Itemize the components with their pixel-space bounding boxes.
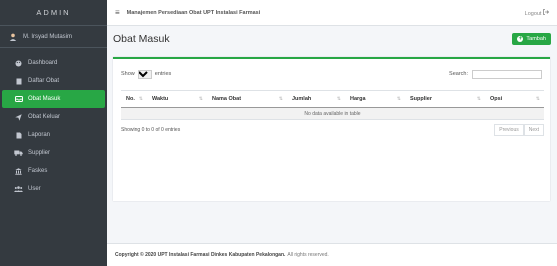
file-icon: [14, 132, 23, 139]
content-header: Obat Masuk + Tambah: [107, 26, 557, 52]
column-header-waktu[interactable]: Waktu ⇅: [147, 90, 207, 108]
logout-link[interactable]: Logout: [524, 8, 550, 17]
user-panel[interactable]: M. Irsyad Mutasim: [0, 26, 107, 48]
datatable-controls: Show 10 entries Search:: [113, 59, 550, 81]
sidebar-item-laporan[interactable]: Laporan: [2, 126, 105, 144]
sidebar-item-label: User: [28, 186, 41, 192]
column-label: Opsi: [490, 96, 503, 102]
search-input[interactable]: [472, 69, 542, 79]
sort-icon: ⇅: [198, 96, 203, 102]
users-icon: [14, 186, 23, 192]
user-name: M. Irsyad Mutasim: [23, 33, 73, 40]
add-button[interactable]: + Tambah: [512, 33, 551, 45]
column-label: Jumlah: [292, 96, 312, 102]
sidebar-item-label: Obat Keluar: [28, 114, 61, 120]
sidebar-item-supplier[interactable]: Supplier: [2, 144, 105, 162]
sidebar-item-label: Faskes: [28, 168, 48, 174]
add-button-label: Tambah: [526, 36, 546, 42]
column-label: Waktu: [152, 96, 169, 102]
sort-icon: ⇅: [278, 96, 283, 102]
sidebar-item-obat-keluar[interactable]: Obat Keluar: [2, 108, 105, 126]
column-label: Supplier: [410, 96, 433, 102]
sidebar-item-user[interactable]: User: [2, 180, 105, 198]
search-group: Search:: [449, 69, 542, 79]
sidebar: ADMIN M. Irsyad Mutasim Dashboard Daftar…: [0, 0, 107, 266]
brand-title[interactable]: ADMIN: [0, 0, 107, 26]
sidebar-item-label: Obat Masuk: [28, 96, 61, 102]
sign-out-icon: [543, 8, 550, 17]
column-label: Nama Obat: [212, 96, 242, 102]
app-title: Manajemen Persediaan Obat UPT Instalasi …: [126, 9, 261, 16]
column-header-jumlah[interactable]: Jumlah ⇅: [287, 90, 345, 108]
search-label: Search:: [449, 71, 468, 77]
sort-icon: ⇅: [336, 96, 341, 102]
entries-label: entries: [154, 71, 172, 77]
table-row: No data available in table: [121, 107, 544, 120]
sidebar-item-label: Laporan: [28, 132, 51, 138]
previous-button[interactable]: Previous: [494, 124, 524, 136]
column-header-harga[interactable]: Harga ⇅: [345, 90, 405, 108]
table-header-row: No. ⇅ Waktu ⇅ Nama Obat ⇅ Jumlah ⇅ Harga ⇅ Su…: [121, 90, 544, 108]
sort-icon: ⇅: [138, 96, 143, 102]
pagination: Previous Next: [494, 124, 544, 136]
copyright-text: Copyright © 2020 UPT Instalasi Farmasi D…: [115, 252, 286, 258]
main-content: Obat Masuk + Tambah Show 10 entries Sear…: [107, 26, 557, 243]
column-header-opsi[interactable]: Opsi ⇅: [485, 90, 544, 108]
next-button[interactable]: Next: [523, 124, 544, 136]
sidebar-item-label: Daftar Obat: [28, 78, 60, 84]
sidebar-item-label: Supplier: [28, 150, 51, 156]
sidebar-item-faskes[interactable]: Faskes: [2, 162, 105, 180]
inbox-icon: [14, 96, 23, 102]
plus-circle-icon: +: [517, 36, 524, 42]
user-avatar-icon: [8, 32, 17, 41]
column-label: Harga: [350, 96, 366, 102]
sort-icon: ⇅: [476, 96, 481, 102]
logout-label: Logout: [524, 10, 542, 17]
empty-table-message: No data available in table: [121, 107, 544, 120]
building-icon: [14, 167, 23, 175]
truck-icon: [14, 150, 23, 156]
paper-plane-icon: [14, 113, 23, 121]
sidebar-item-dashboard[interactable]: Dashboard: [2, 54, 105, 72]
book-icon: [14, 78, 23, 85]
sort-icon: ⇅: [535, 96, 540, 102]
top-navbar: ≡ Manajemen Persediaan Obat UPT Instalas…: [107, 0, 557, 26]
sidebar-item-label: Dashboard: [28, 60, 58, 66]
data-card: Show 10 entries Search: No. ⇅ Waktu ⇅ Nama…: [113, 57, 550, 201]
datatable-footer: Showing 0 to 0 of 0 entries Previous Nex…: [121, 123, 544, 137]
data-table: No. ⇅ Waktu ⇅ Nama Obat ⇅ Jumlah ⇅ Harga ⇅ Su…: [121, 90, 544, 120]
sort-icon: ⇅: [396, 96, 401, 102]
column-header-no[interactable]: No. ⇅: [121, 90, 147, 108]
rights-text: All rights reserved.: [287, 252, 329, 258]
column-header-supplier[interactable]: Supplier ⇅: [405, 90, 485, 108]
column-label: No.: [126, 96, 135, 102]
palette-icon: [14, 60, 23, 67]
sidebar-item-obat-masuk[interactable]: Obat Masuk: [2, 90, 105, 108]
table-info: Showing 0 to 0 of 0 entries: [121, 127, 181, 133]
page-footer: Copyright © 2020 UPT Instalasi Farmasi D…: [107, 243, 557, 266]
entries-select[interactable]: 10: [137, 69, 152, 79]
show-label: Show: [121, 71, 135, 77]
menu-toggle-icon[interactable]: ≡: [115, 8, 120, 17]
sidebar-item-daftar-obat[interactable]: Daftar Obat: [2, 72, 105, 90]
page-title: Obat Masuk: [113, 33, 170, 45]
column-header-nama-obat[interactable]: Nama Obat ⇅: [207, 90, 287, 108]
